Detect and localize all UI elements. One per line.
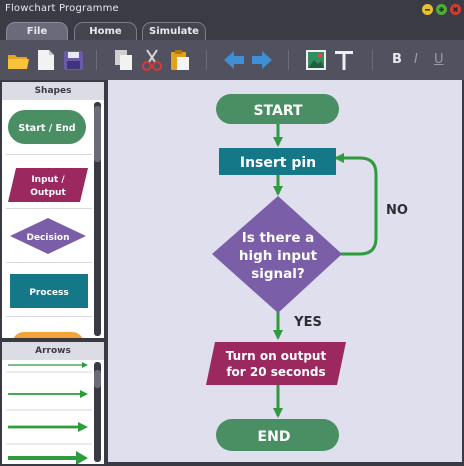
insert-pin-label: Insert pin [240,155,316,171]
arrows-panel: Arrows [2,342,104,464]
tab-file[interactable]: File [6,22,68,40]
tab-home[interactable]: Home [74,22,137,40]
toolbar-separator [206,50,207,70]
no-branch-label: NO [386,203,408,218]
shape-input-output-label-line2: Output [30,188,66,198]
redo-arrow-icon[interactable] [250,48,274,72]
insert-pin-process[interactable]: Insert pin [219,148,336,175]
title-bar: Flowchart Programme [0,0,464,20]
shape-start-end[interactable]: Start / End [6,102,92,155]
shape-partial[interactable] [6,318,92,338]
output-line2: for 20 seconds [226,365,325,379]
start-label: START [253,103,303,119]
end-label: END [258,429,291,445]
shape-process[interactable]: Process [6,264,92,317]
tab-bar: File Home Simulate [0,20,464,40]
shapes-scrollbar[interactable] [94,102,101,336]
tab-simulate[interactable]: Simulate [142,22,206,40]
close-icon[interactable] [450,4,461,15]
toolbar-separator [96,50,97,70]
decision-line2: high input [239,248,318,264]
shape-decision-label: Decision [26,233,69,243]
insert-image-icon[interactable] [304,48,328,72]
output-io-shape[interactable]: Turn on output for 20 seconds [206,342,346,385]
shape-decision[interactable]: Decision [6,210,92,263]
decision-diamond[interactable]: Is there a high input signal? [212,196,342,313]
undo-arrow-icon[interactable] [222,48,246,72]
shapes-panel: Shapes Start / End Input / Output Decisi… [2,82,104,338]
bold-button[interactable]: B [392,52,402,67]
shape-input-output[interactable]: Input / Output [6,156,92,209]
left-sidebar: Shapes Start / End Input / Output Decisi… [0,80,106,464]
text-tool-icon[interactable] [332,48,356,72]
paste-icon[interactable] [168,48,192,72]
output-line1: Turn on output [226,349,327,363]
arrows-scrollbar[interactable] [94,362,101,462]
toolbar: B I U [0,40,464,80]
shape-process-label: Process [29,288,68,298]
underline-button[interactable]: U [434,52,444,67]
flowchart-canvas[interactable]: START Insert pin Is there a high input s… [108,80,462,462]
copy-icon[interactable] [112,48,136,72]
toolbar-separator [372,50,373,70]
window-title: Flowchart Programme [5,3,119,14]
maximize-icon[interactable] [436,4,447,15]
save-icon[interactable] [62,48,86,72]
end-terminal[interactable]: END [216,419,339,451]
new-document-icon[interactable] [34,48,58,72]
arrows-panel-title: Arrows [2,342,104,360]
connector-no-loop [333,152,378,256]
shape-start-end-label: Start / End [18,123,75,134]
arrow-styles-list[interactable] [6,362,92,464]
toolbar-separator [288,50,289,70]
cut-icon[interactable] [140,48,164,72]
shape-input-output-label-line1: Input / [31,175,65,185]
shapes-panel-title: Shapes [2,82,104,100]
open-folder-icon[interactable] [6,48,30,72]
decision-line1: Is there a [242,230,315,246]
decision-line3: signal? [251,266,305,282]
yes-branch-label: YES [293,315,322,330]
start-terminal[interactable]: START [216,94,339,124]
minimize-icon[interactable] [422,4,433,15]
italic-button[interactable]: I [414,52,418,67]
